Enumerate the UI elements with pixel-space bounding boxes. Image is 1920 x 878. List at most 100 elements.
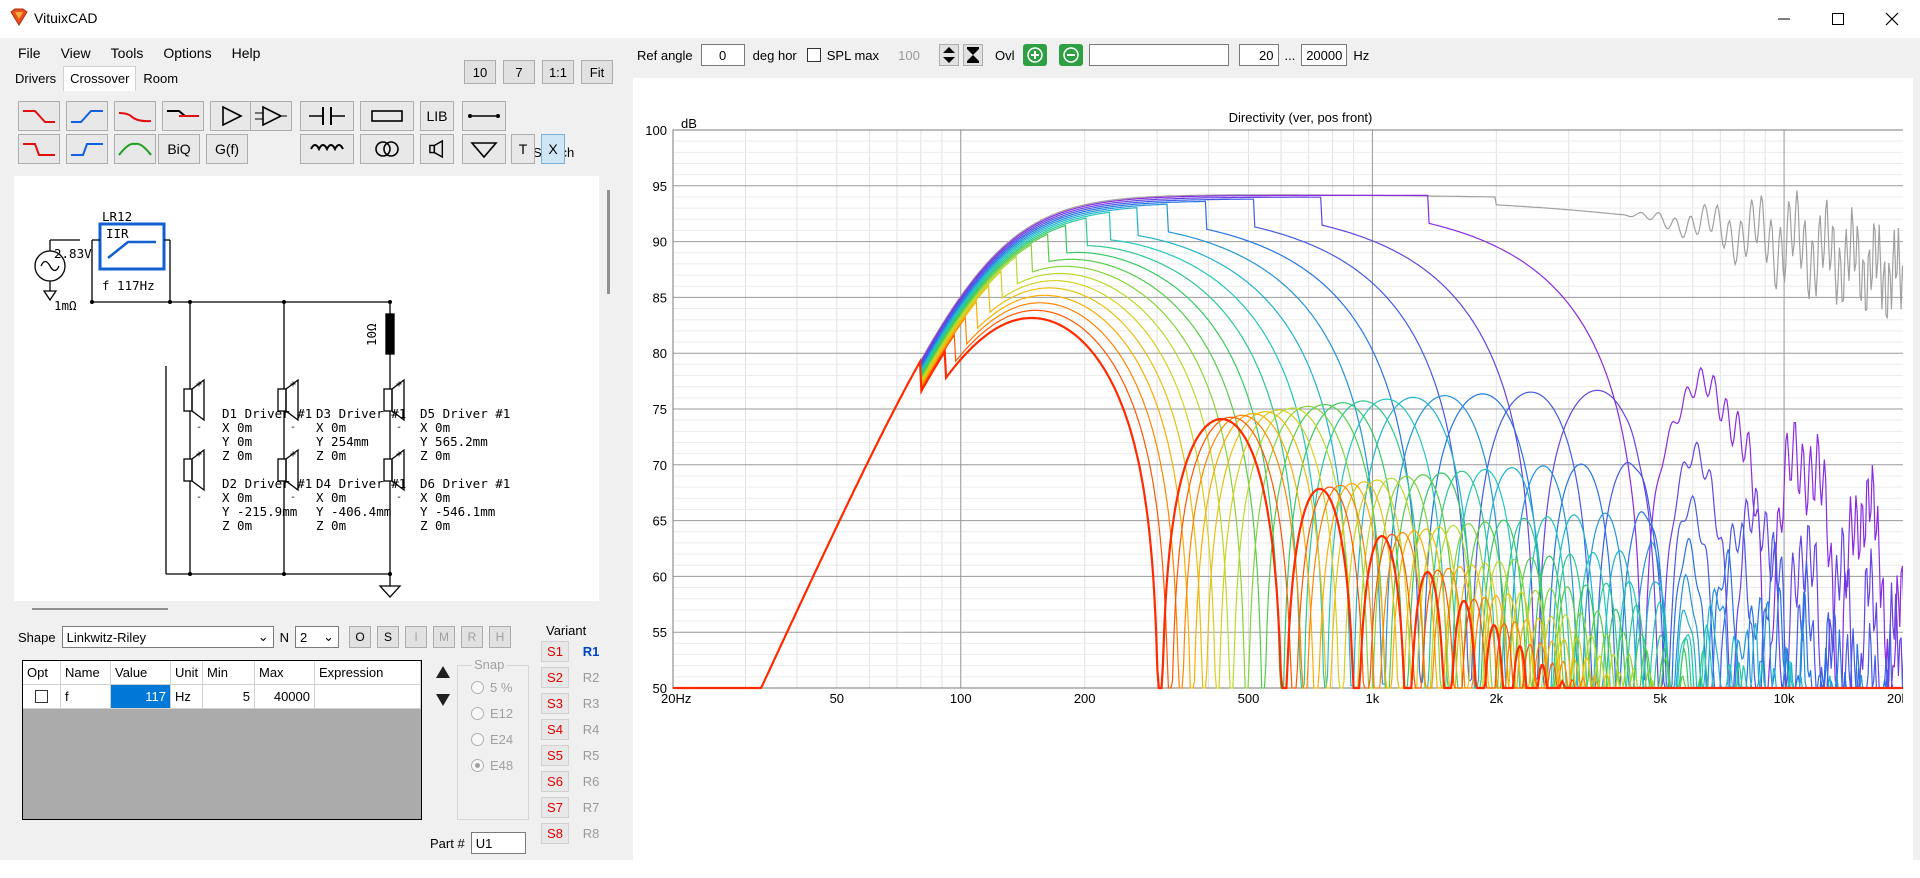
- transformer-button[interactable]: [360, 134, 414, 164]
- opt-checkbox-cell[interactable]: [23, 685, 61, 709]
- min-cell[interactable]: 5: [203, 685, 255, 709]
- variant-s2-button[interactable]: S2: [541, 667, 569, 688]
- snap-option-e24[interactable]: E24: [471, 732, 513, 747]
- zoom-7-button[interactable]: 7: [503, 60, 535, 84]
- driver-d3[interactable]: D3 Driver #1 X 0m Y 254mm Z 0m: [316, 406, 406, 463]
- driver-d5[interactable]: D5 Driver #1 X 0m Y 565.2mm Z 0m: [420, 406, 510, 463]
- lowpass-red-button[interactable]: [18, 101, 60, 131]
- remove-overlay-button[interactable]: [1058, 44, 1083, 66]
- driver-d2[interactable]: D2 Driver #1 X 0m Y -215.9mm Z 0m: [222, 476, 312, 533]
- variant-r7-button[interactable]: R7: [577, 797, 605, 818]
- variant-r6-button[interactable]: R6: [577, 771, 605, 792]
- menu-help[interactable]: Help: [222, 42, 271, 64]
- capacitor-button[interactable]: [300, 101, 354, 131]
- variant-r3-button[interactable]: R3: [577, 693, 605, 714]
- variant-r1-button[interactable]: R1: [577, 641, 605, 662]
- lowpass2-red-button[interactable]: [18, 134, 60, 164]
- zoom-10-button[interactable]: 10: [464, 60, 496, 84]
- driver-button[interactable]: [420, 134, 454, 164]
- maximize-button[interactable]: [1810, 0, 1866, 38]
- range-from-input[interactable]: 20: [1238, 44, 1279, 66]
- radio[interactable]: [471, 733, 484, 746]
- bandpass-green-button[interactable]: [114, 134, 156, 164]
- shelf-button[interactable]: [162, 101, 204, 131]
- biquad-button[interactable]: BiQ: [158, 134, 200, 164]
- menu-file[interactable]: File: [8, 42, 51, 64]
- ref-angle-input[interactable]: 0: [700, 44, 745, 66]
- opamp-button[interactable]: [250, 101, 292, 131]
- part-number-input[interactable]: U1: [470, 832, 526, 854]
- move-down-button[interactable]: [431, 688, 455, 712]
- variant-s4-button[interactable]: S4: [541, 719, 569, 740]
- move-up-button[interactable]: [431, 660, 455, 684]
- gf-button[interactable]: G(f): [206, 134, 248, 164]
- tab-crossover[interactable]: Crossover: [63, 66, 137, 91]
- variant-r5-button[interactable]: R5: [577, 745, 605, 766]
- variant-s6-button[interactable]: S6: [541, 771, 569, 792]
- menu-tools[interactable]: Tools: [101, 42, 154, 64]
- shape-select[interactable]: Linkwitz-Riley ⌄: [61, 626, 274, 648]
- schematic-vertical-scrollbar[interactable]: [607, 190, 610, 294]
- driver-d4[interactable]: D4 Driver #1 X 0m Y -406.4mm Z 0m: [316, 476, 406, 533]
- menu-options[interactable]: Options: [153, 42, 221, 64]
- library-button[interactable]: LIB: [420, 101, 454, 131]
- order-m-button[interactable]: M: [432, 626, 455, 648]
- snap-option-e48[interactable]: E48: [471, 758, 513, 773]
- zoom-1to1-button[interactable]: 1:1: [542, 60, 574, 84]
- order-h-button[interactable]: H: [488, 626, 511, 648]
- minimize-button[interactable]: [1756, 0, 1812, 38]
- name-cell[interactable]: f: [61, 685, 111, 709]
- variant-s1-button[interactable]: S1: [541, 641, 569, 662]
- max-cell[interactable]: 40000: [255, 685, 315, 709]
- variant-r8-button[interactable]: R8: [577, 823, 605, 844]
- buffer-button[interactable]: [210, 101, 252, 131]
- zoom-fit-button[interactable]: Fit: [581, 60, 613, 84]
- radio-selected[interactable]: [471, 759, 484, 772]
- range-to-input[interactable]: 20000: [1301, 44, 1348, 66]
- value-cell[interactable]: 117: [111, 685, 171, 709]
- variant-r2-button[interactable]: R2: [577, 667, 605, 688]
- spl-max-checkbox[interactable]: [806, 48, 821, 62]
- spl-max-input[interactable]: 100: [887, 44, 932, 66]
- snap-option-5pct[interactable]: 5 %: [471, 680, 512, 695]
- order-s-button[interactable]: S: [376, 626, 399, 648]
- opt-checkbox[interactable]: [35, 690, 48, 703]
- driver-d6[interactable]: D6 Driver #1 X 0m Y -546.1mm Z 0m: [420, 476, 510, 533]
- table-row[interactable]: f 117 Hz 5 40000: [23, 685, 421, 709]
- order-o-button[interactable]: O: [348, 626, 371, 648]
- tab-drivers[interactable]: Drivers: [8, 66, 63, 91]
- n-select[interactable]: 2 ⌄: [294, 626, 339, 648]
- tab-room[interactable]: Room: [136, 66, 185, 91]
- variant-r4-button[interactable]: R4: [577, 719, 605, 740]
- variant-s8-button[interactable]: S8: [541, 823, 569, 844]
- overlay-input[interactable]: [1088, 44, 1229, 66]
- directivity-chart[interactable]: 50 55 60 65 70 75 80 85 90 95 100 20Hz 50 100 200 500 1k…: [633, 78, 1913, 878]
- wire-button[interactable]: [462, 101, 506, 131]
- bandpass-red-button[interactable]: [114, 101, 156, 131]
- add-overlay-button[interactable]: [1022, 44, 1047, 66]
- resistor-button[interactable]: [360, 101, 414, 131]
- schematic-horizontal-scrollbar[interactable]: [32, 608, 168, 610]
- inductor-button[interactable]: [300, 134, 354, 164]
- ground-button[interactable]: [462, 134, 506, 164]
- schematic-canvas[interactable]: + - + - + - + - + - + - 2.83V 1mΩ LR12 IIR f 1…: [14, 176, 599, 601]
- text-button[interactable]: T: [511, 134, 535, 164]
- expression-cell[interactable]: [315, 685, 421, 709]
- variant-s3-button[interactable]: S3: [541, 693, 569, 714]
- cross-button[interactable]: X: [541, 134, 565, 164]
- driver-d1[interactable]: D1 Driver #1 X 0m Y 0m Z 0m: [222, 406, 312, 463]
- order-i-button[interactable]: I: [404, 626, 427, 648]
- spin-button[interactable]: [939, 44, 960, 66]
- snap-option-e12[interactable]: E12: [471, 706, 513, 721]
- close-button[interactable]: [1864, 0, 1920, 38]
- radio[interactable]: [471, 707, 484, 720]
- variant-s5-button[interactable]: S5: [541, 745, 569, 766]
- variant-s7-button[interactable]: S7: [541, 797, 569, 818]
- highpass2-blue-button[interactable]: [66, 134, 108, 164]
- menu-view[interactable]: View: [51, 42, 101, 64]
- collapse-button[interactable]: [963, 44, 984, 66]
- highpass-blue-button[interactable]: [66, 101, 108, 131]
- order-r-button[interactable]: R: [460, 626, 483, 648]
- radio[interactable]: [471, 681, 484, 694]
- unit-cell[interactable]: Hz: [171, 685, 203, 709]
